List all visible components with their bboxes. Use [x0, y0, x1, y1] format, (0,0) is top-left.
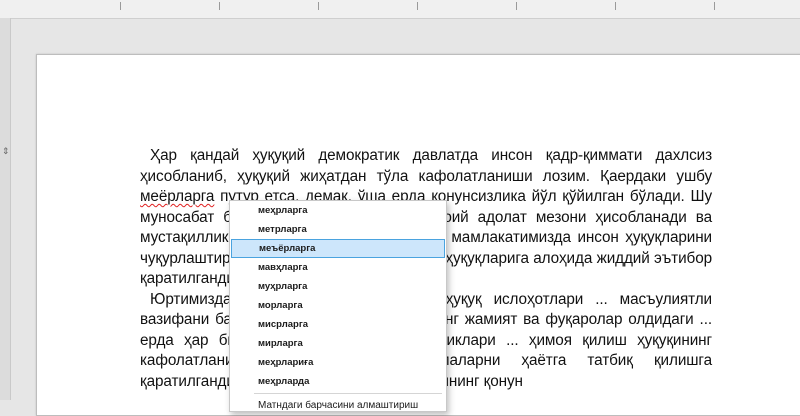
text-segment: ушбу — [676, 167, 713, 185]
suggestion-item[interactable]: мисрларга — [230, 315, 446, 334]
misspelled-word[interactable]: меёрларга — [140, 188, 214, 205]
indent-marker-icon: ⇕ — [2, 146, 10, 156]
ruler-tick — [120, 2, 121, 10]
ruler-tick — [219, 2, 220, 10]
horizontal-ruler[interactable] — [0, 0, 800, 19]
suggestion-item[interactable]: мирларга — [230, 334, 446, 353]
text-line: ҳисобланиб, ҳуқуқий жиҳатдан тўла кафола… — [140, 167, 667, 185]
spellcheck-context-menu: меҳрларга метрларга меъёрларга мавҳларга… — [229, 200, 447, 412]
ruler-tick — [318, 2, 319, 10]
vertical-ruler[interactable]: ⇕ — [0, 18, 11, 400]
suggestion-item[interactable]: морларга — [230, 296, 446, 315]
suggestion-item[interactable]: муҳрларга — [230, 277, 446, 296]
ruler-tick — [615, 2, 616, 10]
ruler-tick — [516, 2, 517, 10]
suggestion-item[interactable]: меҳрлариға — [230, 353, 446, 372]
suggestion-item[interactable]: метрларга — [230, 220, 446, 239]
text-line: Ҳар қандай ҳуқуқий демократик давлатда и… — [150, 147, 712, 164]
suggestion-item[interactable]: мавҳларга — [230, 258, 446, 277]
suggestion-item[interactable]: меҳрларга — [230, 201, 446, 220]
ruler-tick — [417, 2, 418, 10]
ruler-tick — [714, 2, 715, 10]
suggestion-item-selected[interactable]: меъёрларга — [231, 239, 445, 258]
replace-all-item[interactable]: Матндаги барчасини алмаштириш — [230, 396, 446, 415]
menu-divider — [254, 393, 442, 394]
suggestion-item[interactable]: меҳрларда — [230, 372, 446, 391]
